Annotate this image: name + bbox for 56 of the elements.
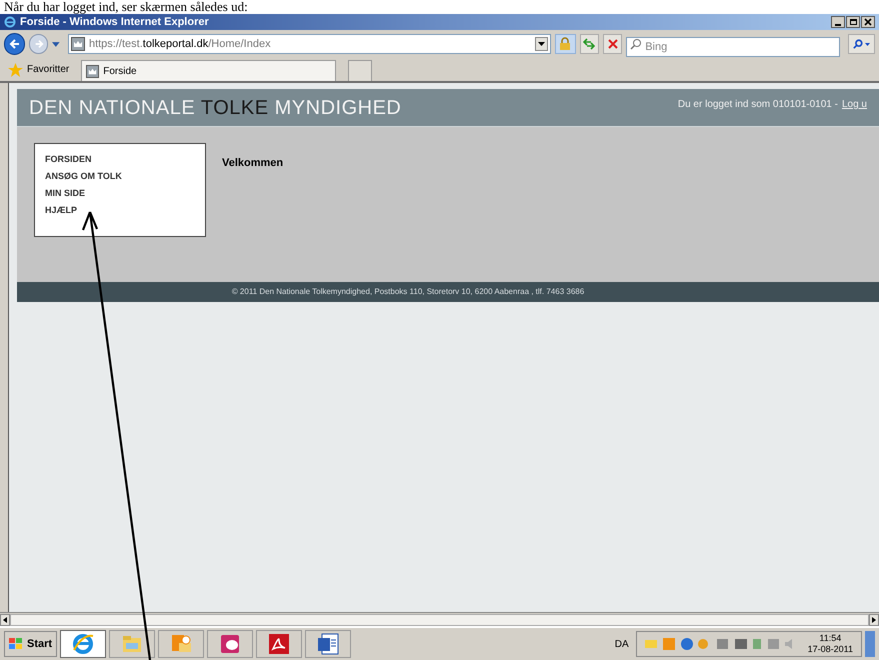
forward-arrow-icon: [34, 39, 44, 49]
dropdown-button[interactable]: [534, 37, 548, 51]
url-text: https://test.tolkeportal.dk/Home/Index: [88, 36, 271, 52]
right-arrow-icon: [872, 616, 876, 622]
close-icon: [864, 18, 872, 26]
site-icon: [70, 37, 85, 51]
back-button[interactable]: [4, 33, 26, 55]
dropdown-icon[interactable]: [52, 42, 60, 46]
horizontal-scrollbar[interactable]: [0, 612, 879, 626]
flag-icon: [9, 638, 23, 650]
menu-link[interactable]: MIN SIDE: [45, 186, 86, 201]
browser-tab[interactable]: Forside: [81, 60, 336, 81]
menu-link[interactable]: HJÆLP: [45, 203, 78, 218]
caret-icon: [538, 42, 545, 46]
left-arrow-icon: [3, 616, 7, 622]
star-icon: [8, 62, 23, 76]
taskbar-button[interactable]: [305, 630, 352, 658]
footer-text: © 2011 Den Nationale Tolkemyndighed, Postboks 110, Storetorv 10, 6200 Aabenraa , tlf. 7463 3686: [232, 286, 584, 298]
refresh-icon[interactable]: [580, 34, 599, 54]
login-status: Du er logget ind som 010101-0101 -: [678, 98, 838, 112]
scroll-right-button[interactable]: [869, 614, 879, 626]
taskbar-button[interactable]: [109, 630, 156, 658]
search-button[interactable]: [848, 34, 876, 54]
favorites-button[interactable]: Favoritter: [8, 58, 70, 80]
search-icon: [630, 38, 642, 50]
browser-icon: [4, 16, 16, 28]
clock-date: 17-08-2011: [808, 644, 853, 655]
globe-icon: [71, 632, 96, 656]
start-button[interactable]: Start: [4, 631, 58, 657]
close-button[interactable]: [861, 16, 875, 28]
window-title: Forside - Windows Internet Explorer: [20, 14, 209, 30]
tab-label[interactable]: Forside: [103, 64, 137, 78]
scroll-left-button[interactable]: [0, 614, 10, 626]
search-icon: [853, 39, 864, 49]
favorites-label[interactable]: Favoritter: [27, 62, 70, 77]
address-field[interactable]: https://test.tolkeportal.dk/Home/Index: [68, 34, 551, 54]
tray-icons-drawing[interactable]: [644, 638, 795, 650]
site-icon: [86, 64, 100, 78]
minimize-button[interactable]: [831, 16, 845, 28]
site-title: DEN NATIONALE TOLKE MYNDIGHED: [29, 96, 402, 120]
search-field[interactable]: Bing: [626, 37, 840, 57]
document-icon: [316, 632, 340, 656]
taskbar-button[interactable]: [60, 630, 106, 658]
taskbar-button[interactable]: [256, 630, 302, 658]
back-arrow-icon: [8, 38, 21, 50]
pdf-icon: [267, 632, 292, 656]
welcome-heading: Velkommen: [222, 156, 284, 169]
menu-link[interactable]: ANSØG OM TOLK: [45, 169, 122, 184]
restore-button[interactable]: [846, 16, 860, 28]
stop-icon[interactable]: [602, 34, 622, 54]
clock-time: 11:54: [819, 633, 842, 644]
language-indicator[interactable]: DA: [614, 636, 633, 652]
lock-icon[interactable]: [554, 34, 576, 54]
menu-link[interactable]: FORSIDEN: [45, 152, 92, 167]
document-caption: Når du har logget ind, ser skærmen således ud:: [3, 0, 249, 14]
caret-icon: [865, 42, 870, 46]
